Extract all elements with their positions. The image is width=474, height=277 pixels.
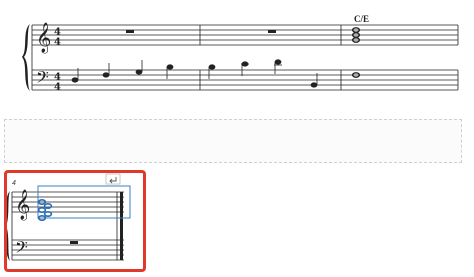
time-sig-bottom: 4	[54, 82, 61, 93]
time-sig-bottom: 4	[54, 37, 61, 48]
bass-notes-measure-1[interactable]	[71, 60, 174, 83]
system-1	[31, 24, 459, 91]
grand-staff-brace	[22, 24, 30, 91]
whole-rest[interactable]	[268, 30, 276, 33]
treble-clef-icon: 𝄞	[36, 22, 51, 54]
highlighted-system-frame	[4, 170, 146, 272]
bass-notes-measure-2[interactable]	[208, 59, 318, 88]
chord-symbol[interactable]: C/E	[354, 14, 369, 24]
whole-rest[interactable]	[126, 30, 134, 33]
bass-clef-icon: 𝄢	[36, 67, 49, 91]
